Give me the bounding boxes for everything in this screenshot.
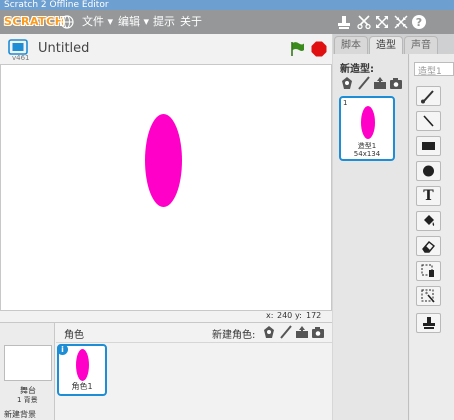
text-icon[interactable]: T [416,186,441,206]
stage-canvas[interactable] [0,64,332,311]
svg-text:*: * [425,291,428,298]
costume-name-field[interactable]: 造型1 [414,62,454,77]
cut-icon[interactable] [356,14,372,30]
help-icon[interactable]: ? [411,14,427,30]
stage-header: v461 Untitled [0,34,332,64]
shrink-icon[interactable] [393,14,409,30]
paint-new-costume-icon[interactable] [357,76,371,90]
menu-file[interactable]: 文件 ▾ [82,10,113,34]
tab-scripts[interactable]: 脚本 [334,36,368,54]
menu-bar: SCRATCH 文件 ▾ 编辑 ▾ 提示 关于 ? [0,10,454,34]
y-label: y: [295,311,302,320]
duplicate-stamp-icon[interactable] [336,14,352,30]
grow-icon[interactable] [374,14,390,30]
sprites-panel: 舞台 1 背景 新建背景 角色 新建角色: 角色1 i [0,322,332,420]
menu-edit[interactable]: 编辑 ▾ [118,10,149,34]
line-icon[interactable] [416,111,441,131]
y-value: 172 [306,311,322,320]
window-title-bar: Scratch 2 Offline Editor [0,0,454,10]
window-title: Scratch 2 Offline Editor [4,0,109,10]
new-backdrop-label: 新建背景 [4,410,36,419]
costume-thumb-image [361,106,375,139]
stage-coordinates: x: 240 y: 172 [0,311,332,322]
version-label: v461 [12,54,30,62]
new-costume-label: 新造型: [340,64,374,75]
costume-list-pane: 新造型: 1 造型1 54x134 [333,54,409,420]
sprite-name: 角色1 [71,382,93,391]
ellipse-icon[interactable] [416,161,441,181]
sprite-library-icon[interactable] [262,325,276,339]
eraser-icon[interactable] [416,236,441,256]
project-title[interactable]: Untitled [38,41,89,56]
fill-icon[interactable] [416,211,441,231]
camera-icon[interactable] [311,325,325,339]
costume-library-icon[interactable] [340,76,354,90]
magic-select-icon[interactable]: * [416,286,441,306]
rectangle-icon[interactable] [416,136,441,156]
stamp-icon[interactable] [416,313,441,333]
fullscreen-icon[interactable] [8,39,28,55]
scratch-logo[interactable]: SCRATCH [4,13,64,31]
upload-costume-icon[interactable] [373,76,387,90]
paint-new-sprite-icon[interactable] [279,325,293,339]
costume-size: 54x134 [353,150,381,158]
sprite-thumb-image [76,349,89,381]
menu-tips[interactable]: 提示 [153,10,175,34]
costume-index: 1 [343,99,348,107]
tab-costumes[interactable]: 造型 [369,36,403,54]
costume-thumbnail[interactable]: 1 造型1 54x134 [339,96,395,161]
camera-costume-icon[interactable] [389,76,403,90]
brush-icon[interactable] [416,86,441,106]
sprite-ellipse[interactable] [145,114,182,207]
clone-select-icon[interactable] [416,261,441,281]
green-flag-icon[interactable] [289,41,305,57]
menu-about[interactable]: 关于 [180,10,202,34]
costume-name-value: 造型1 [418,67,442,77]
svg-text:?: ? [416,16,422,29]
upload-sprite-icon[interactable] [295,325,309,339]
stage-thumbnail[interactable] [4,345,52,381]
stage-backdrop-count: 1 背景 [17,396,38,404]
stop-icon[interactable] [311,41,327,57]
sprites-header-label: 角色 [64,330,84,341]
editor-tabs: 脚本 造型 声音 [333,34,454,54]
sprite-info-icon[interactable]: i [57,344,68,355]
x-label: x: [266,311,274,320]
tab-sounds[interactable]: 声音 [404,36,438,54]
x-value: 240 [277,311,293,320]
globe-language-icon[interactable] [60,10,74,34]
new-sprite-label: 新建角色: [212,330,256,341]
